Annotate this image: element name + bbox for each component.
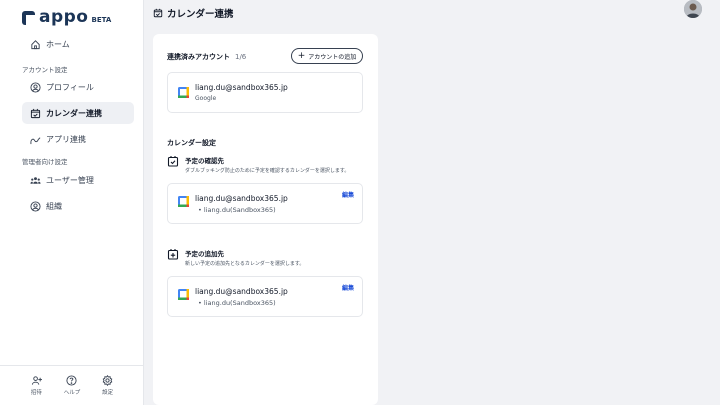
help-label: ヘルプ: [63, 390, 81, 396]
beta-badge: BETA: [91, 16, 112, 24]
account-card[interactable]: liang.du@sandbox365.jp Google: [167, 72, 363, 113]
google-calendar-icon: [178, 87, 189, 98]
add-account-button[interactable]: + アカウントの追加: [291, 48, 363, 64]
sidebar-item-label: ホーム: [46, 39, 70, 49]
sidebar-item-label: カレンダー連携: [46, 108, 102, 118]
edit-check-calendar-link[interactable]: 編集: [342, 190, 354, 199]
check-calendar-title: 予定の確認先: [185, 157, 224, 165]
add-calendar-name: liang.du(Sandbox365): [203, 299, 276, 307]
connected-accounts-title: 連携済みアカウント: [167, 53, 230, 61]
users-icon: [30, 176, 41, 184]
check-calendar-item: • liang.du(Sandbox365): [198, 206, 276, 214]
add-account-label: アカウントの追加: [308, 53, 357, 61]
account-provider: Google: [195, 95, 217, 102]
sidebar-item-apps[interactable]: アプリ連携: [22, 128, 134, 150]
section-label-account: アカウント設定: [22, 66, 68, 74]
home-icon: [31, 39, 40, 49]
sidebar-item-label: アプリ連携: [46, 134, 86, 144]
calendar-plus-icon: [167, 249, 179, 260]
sidebar-item-label: 組織: [46, 201, 62, 211]
sidebar-bottom-bar: 招待 ヘルプ 設定: [0, 365, 144, 405]
gear-icon: [102, 375, 113, 386]
sidebar-item-home[interactable]: ホーム: [22, 33, 134, 55]
invite-label: 招待: [30, 390, 42, 396]
avatar-image: [684, 0, 702, 18]
user-plus-icon: [31, 376, 42, 385]
sidebar-item-profile[interactable]: プロフィール: [22, 76, 134, 98]
calendar-settings-heading: カレンダー設定: [167, 139, 216, 147]
add-calendar-heading: 予定の追加先: [167, 248, 224, 260]
plug-icon: [30, 136, 41, 144]
user-circle-icon: [30, 81, 41, 93]
add-calendar-card: 編集 liang.du@sandbox365.jp • liang.du(San…: [167, 276, 363, 317]
page-title-text: カレンダー連携: [167, 9, 234, 20]
sidebar: appo BETA ホーム アカウント設定 プロフィール カレンダー連携 アプリ…: [0, 0, 144, 405]
check-calendar-email: liang.du@sandbox365.jp: [195, 194, 288, 203]
check-calendar-heading: 予定の確認先: [167, 155, 224, 167]
calendar-integration-panel: 連携済みアカウント 1/6 + アカウントの追加 liang.du@sandbox…: [153, 34, 378, 405]
google-calendar-icon: [178, 289, 189, 300]
logo-mark-icon: [22, 11, 35, 25]
google-calendar-icon: [178, 196, 189, 207]
brand-name: appo: [39, 7, 89, 27]
calendar-check-icon: [153, 8, 163, 18]
account-count: 1/6: [235, 53, 247, 61]
sidebar-item-calendar[interactable]: カレンダー連携: [22, 102, 134, 124]
add-calendar-email: liang.du@sandbox365.jp: [195, 287, 288, 296]
settings-label: 設定: [102, 390, 114, 396]
calendar-check-icon: [30, 108, 41, 118]
settings-button[interactable]: 設定: [102, 375, 113, 396]
account-email: liang.du@sandbox365.jp: [195, 83, 288, 92]
add-calendar-title: 予定の追加先: [185, 250, 224, 258]
avatar[interactable]: [684, 0, 702, 18]
invite-button[interactable]: 招待: [31, 375, 42, 396]
sidebar-item-label: ユーザー管理: [46, 175, 94, 185]
check-calendar-name: liang.du(Sandbox365): [203, 206, 276, 214]
section-label-admin: 管理者向け設定: [22, 158, 68, 166]
help-button[interactable]: ヘルプ: [63, 375, 81, 396]
sidebar-item-users[interactable]: ユーザー管理: [22, 169, 134, 191]
calendar-check-icon: [167, 156, 179, 167]
check-calendar-description: ダブルブッキング防止のために予定を確認するカレンダーを選択します。: [185, 168, 350, 174]
add-calendar-item: • liang.du(Sandbox365): [198, 299, 276, 307]
check-calendar-card: 編集 liang.du@sandbox365.jp • liang.du(San…: [167, 183, 363, 224]
connected-accounts-heading: 連携済みアカウント 1/6: [167, 52, 246, 62]
plus-icon: +: [297, 50, 306, 61]
edit-add-calendar-link[interactable]: 編集: [342, 283, 354, 292]
page-title: カレンダー連携: [153, 6, 234, 20]
add-calendar-description: 新しい予定の追加先となるカレンダーを選択します。: [185, 261, 305, 267]
help-icon: [66, 375, 78, 386]
brand-logo[interactable]: appo BETA: [22, 7, 112, 27]
sidebar-item-label: プロフィール: [46, 82, 94, 92]
sidebar-item-org[interactable]: 組織: [22, 195, 134, 217]
org-icon: [30, 200, 41, 212]
